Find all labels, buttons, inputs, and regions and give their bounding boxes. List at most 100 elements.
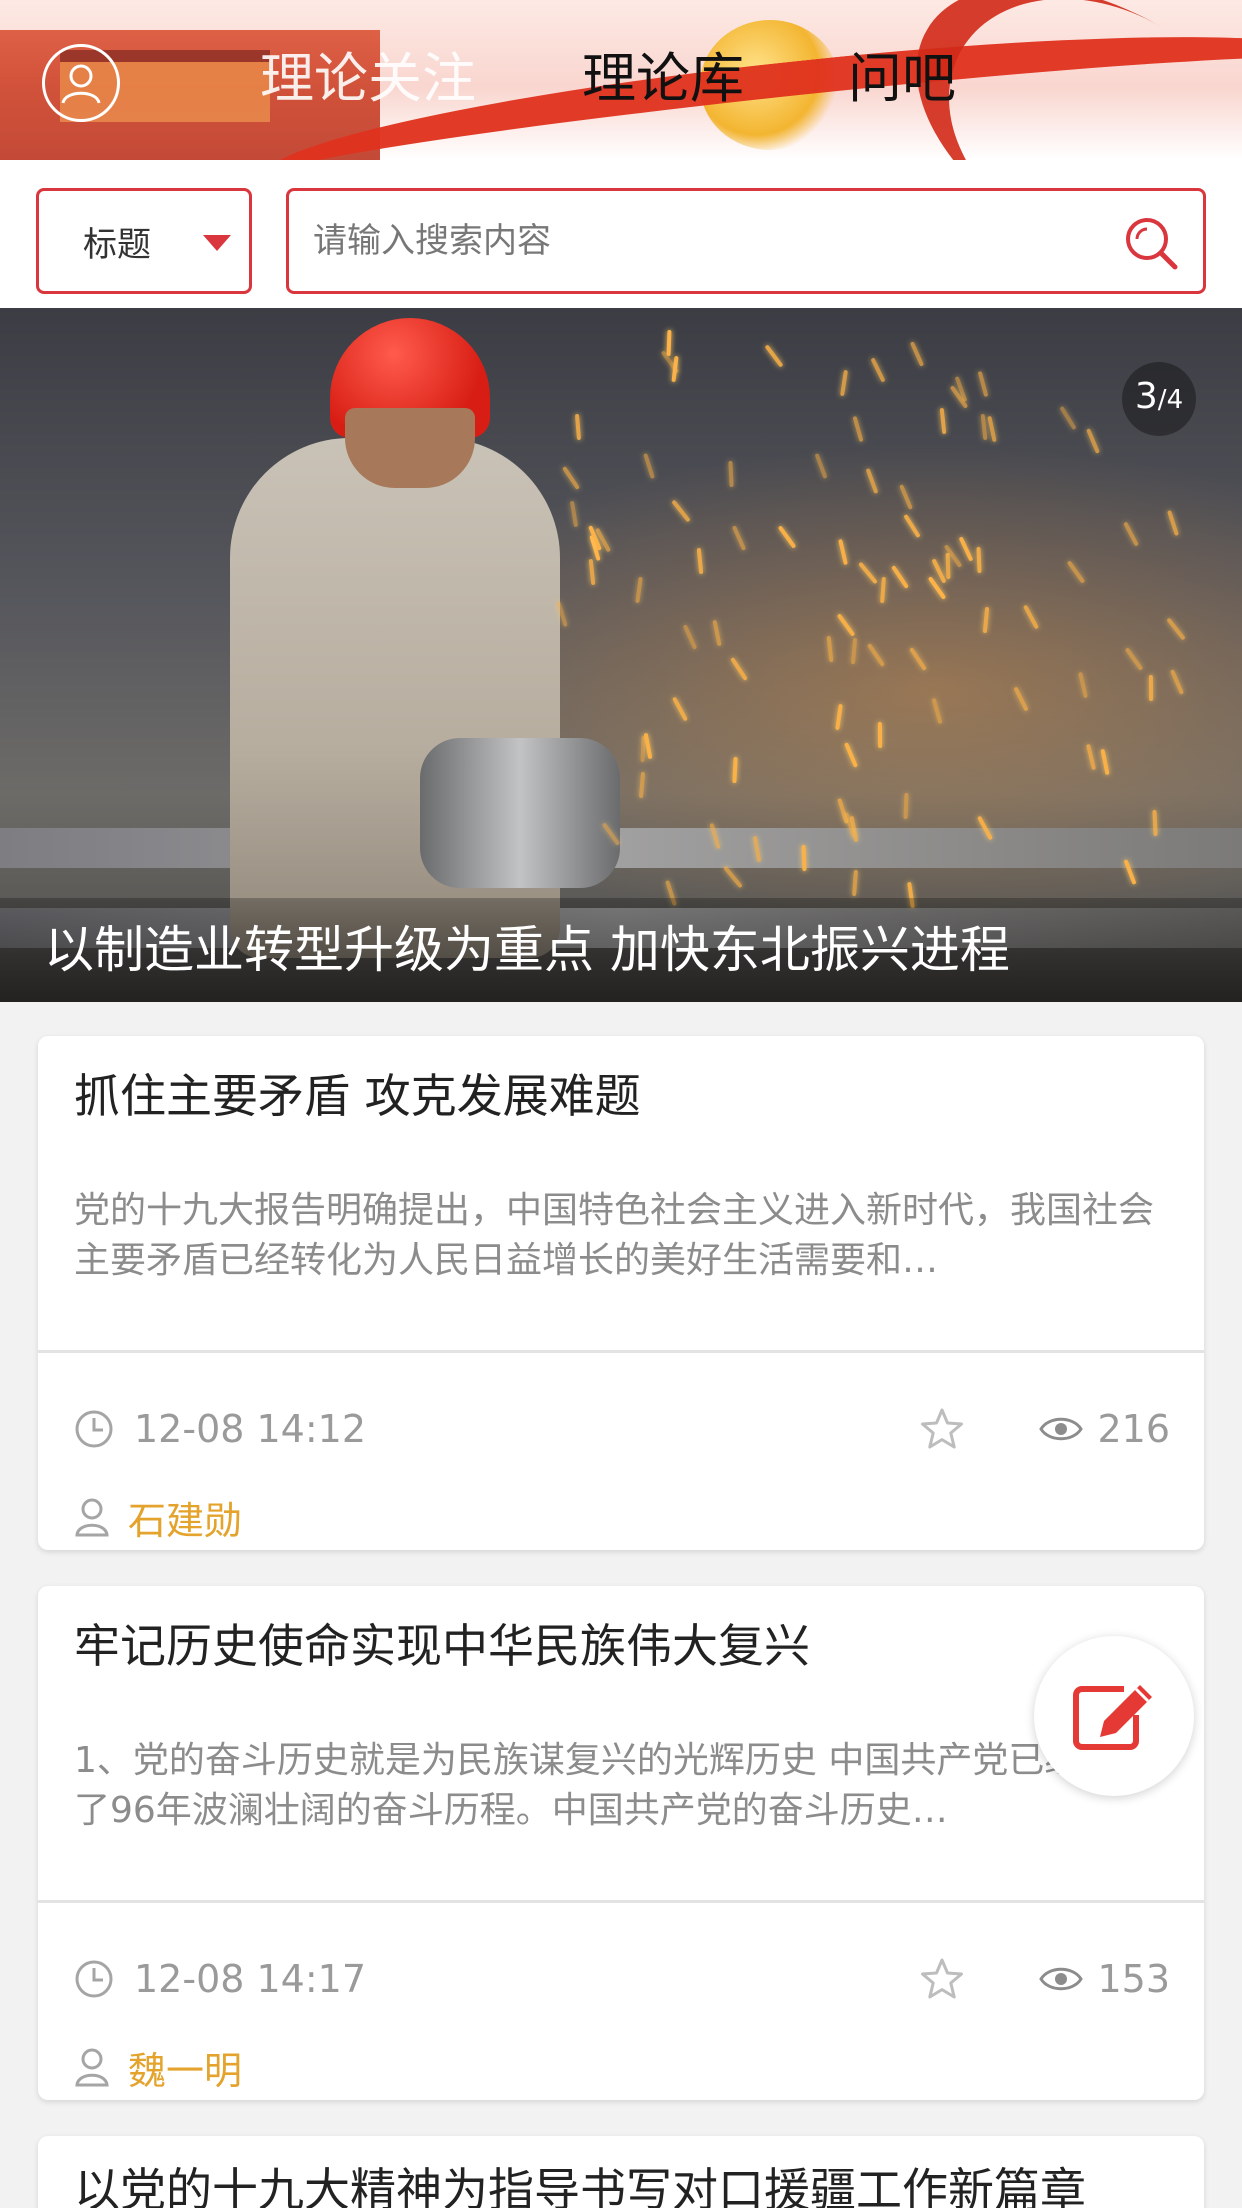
banner-spark <box>982 607 989 634</box>
banner-caption[interactable]: 以制造业转型升级为重点 加快东北振兴进程 <box>0 898 1242 1002</box>
banner-spark <box>801 844 807 871</box>
banner-spark <box>839 370 848 397</box>
person-icon <box>75 1498 109 1537</box>
banner-spark <box>589 558 596 585</box>
article-views-count: 216 <box>1097 1407 1170 1451</box>
banner-spark <box>1066 560 1085 584</box>
user-profile-button[interactable] <box>42 44 120 122</box>
article-summary: 党的十九大报告明确提出，中国特色社会主义进入新时代，我国社会主要矛盾已经转化为人… <box>74 1190 1155 1281</box>
banner-spark <box>878 721 883 748</box>
clock-icon <box>75 1410 113 1448</box>
banner-page-separator: / <box>1157 385 1167 415</box>
article-time-text: 12-08 14:17 <box>134 1957 367 2001</box>
article-time: 12-08 14:17 <box>74 1954 366 2004</box>
banner-spark <box>870 357 886 383</box>
banner-spark <box>909 341 924 368</box>
banner-spark <box>1085 744 1096 771</box>
banner-spark <box>987 416 997 443</box>
banner-spark <box>880 576 887 603</box>
top-header: 理论关注 理论库 问吧 <box>0 0 1242 160</box>
article-author[interactable]: 魏一明 <box>74 2040 242 2095</box>
banner-page-current: 3 <box>1134 376 1158 417</box>
banner-pager: 3 / 4 <box>1122 362 1196 436</box>
banner-spark <box>731 525 746 552</box>
search-input[interactable] <box>313 191 1103 291</box>
article-title[interactable]: 牢记历史使命实现中华民族伟大复兴 <box>74 1614 1168 1678</box>
banner-spark <box>814 453 828 479</box>
banner-spark <box>866 643 885 667</box>
banner-spark <box>834 703 843 730</box>
banner-spark <box>1167 509 1180 536</box>
banner-spark <box>843 742 858 768</box>
article-card[interactable]: 牢记历史使命实现中华民族伟大复兴 1、党的奋斗历史就是为民族谋复兴的光辉历史 中… <box>38 1586 1204 2100</box>
banner-grinder <box>420 738 620 888</box>
search-icon[interactable] <box>1121 213 1181 273</box>
card-divider <box>38 1350 1204 1353</box>
article-author-name[interactable]: 魏一明 <box>128 2040 242 2095</box>
banner-spark <box>764 344 783 368</box>
banner-spark <box>909 646 928 671</box>
banner-spark <box>1100 748 1110 775</box>
banner-spark <box>1125 647 1144 672</box>
star-icon[interactable] <box>918 1956 966 2004</box>
banner-carousel[interactable]: 3 / 4 以制造业转型升级为重点 加快东北振兴进程 <box>0 308 1242 1002</box>
banner-spark <box>671 499 691 523</box>
edit-icon <box>1073 1685 1152 1750</box>
banner-spark <box>1022 604 1039 629</box>
banner-spark <box>1013 686 1029 712</box>
article-views: 216 <box>1039 1404 1170 1454</box>
banner-spark <box>945 552 951 580</box>
star-icon[interactable] <box>918 1406 966 1454</box>
banner-spark <box>939 408 947 435</box>
article-card[interactable]: 以党的十九大精神为指导书写对口援疆工作新篇章 <box>38 2136 1204 2208</box>
tab-ask-bar[interactable]: 问吧 <box>848 44 956 114</box>
banner-spark <box>852 415 864 442</box>
banner-spark <box>976 547 983 574</box>
banner-spark <box>891 565 909 589</box>
banner-spark <box>638 772 646 799</box>
banner-spark <box>712 620 722 647</box>
banner-spark <box>980 414 988 441</box>
person-icon <box>75 2048 109 2087</box>
banner-spark <box>931 698 943 725</box>
search-type-select[interactable]: 标题 <box>36 188 252 294</box>
article-title[interactable]: 抓住主要矛盾 攻克发展难题 <box>74 1064 1168 1128</box>
banner-spark <box>852 869 859 896</box>
eye-icon <box>1039 1417 1084 1441</box>
article-time: 12-08 14:12 <box>74 1404 366 1454</box>
article-author-name[interactable]: 石建勋 <box>128 1490 242 1545</box>
banner-spark <box>722 865 743 888</box>
clock-icon <box>75 1960 113 1998</box>
search-type-label: 标题 <box>83 224 151 265</box>
banner-spark <box>1166 617 1186 641</box>
banner-spark <box>728 460 734 487</box>
banner-spark <box>561 466 580 491</box>
banner-spark <box>1059 405 1077 430</box>
banner-steel-beam <box>0 828 1242 868</box>
banner-spark <box>858 561 878 585</box>
banner-spark <box>730 656 748 681</box>
article-author[interactable]: 石建勋 <box>74 1490 242 1545</box>
banner-spark <box>1152 809 1158 836</box>
tab-theory-library[interactable]: 理论库 <box>582 44 744 114</box>
banner-spark <box>1078 671 1089 699</box>
banner-spark <box>777 525 797 549</box>
banner-spark <box>682 623 698 650</box>
banner-spark <box>1122 521 1139 547</box>
banner-spark <box>977 370 989 397</box>
banner-spark <box>898 484 913 510</box>
article-views-count: 153 <box>1097 1957 1170 2001</box>
banner-spark <box>850 637 858 664</box>
article-card[interactable]: 抓住主要矛盾 攻克发展难题 党的十九大报告明确提出，中国特色社会主义进入新时代，… <box>38 1036 1204 1550</box>
banner-spark <box>1086 428 1101 454</box>
compose-button[interactable] <box>1034 1636 1194 1796</box>
user-icon <box>61 64 101 104</box>
banner-spark <box>903 793 909 820</box>
article-title[interactable]: 以党的十九大精神为指导书写对口援疆工作新篇章 <box>74 2158 1168 2208</box>
banner-spark <box>1170 669 1185 695</box>
tab-theory-focus[interactable]: 理论关注 <box>260 44 476 114</box>
banner-spark <box>696 548 703 575</box>
banner-worker-face <box>345 408 475 488</box>
banner-spark <box>574 414 581 441</box>
card-divider <box>38 1900 1204 1903</box>
